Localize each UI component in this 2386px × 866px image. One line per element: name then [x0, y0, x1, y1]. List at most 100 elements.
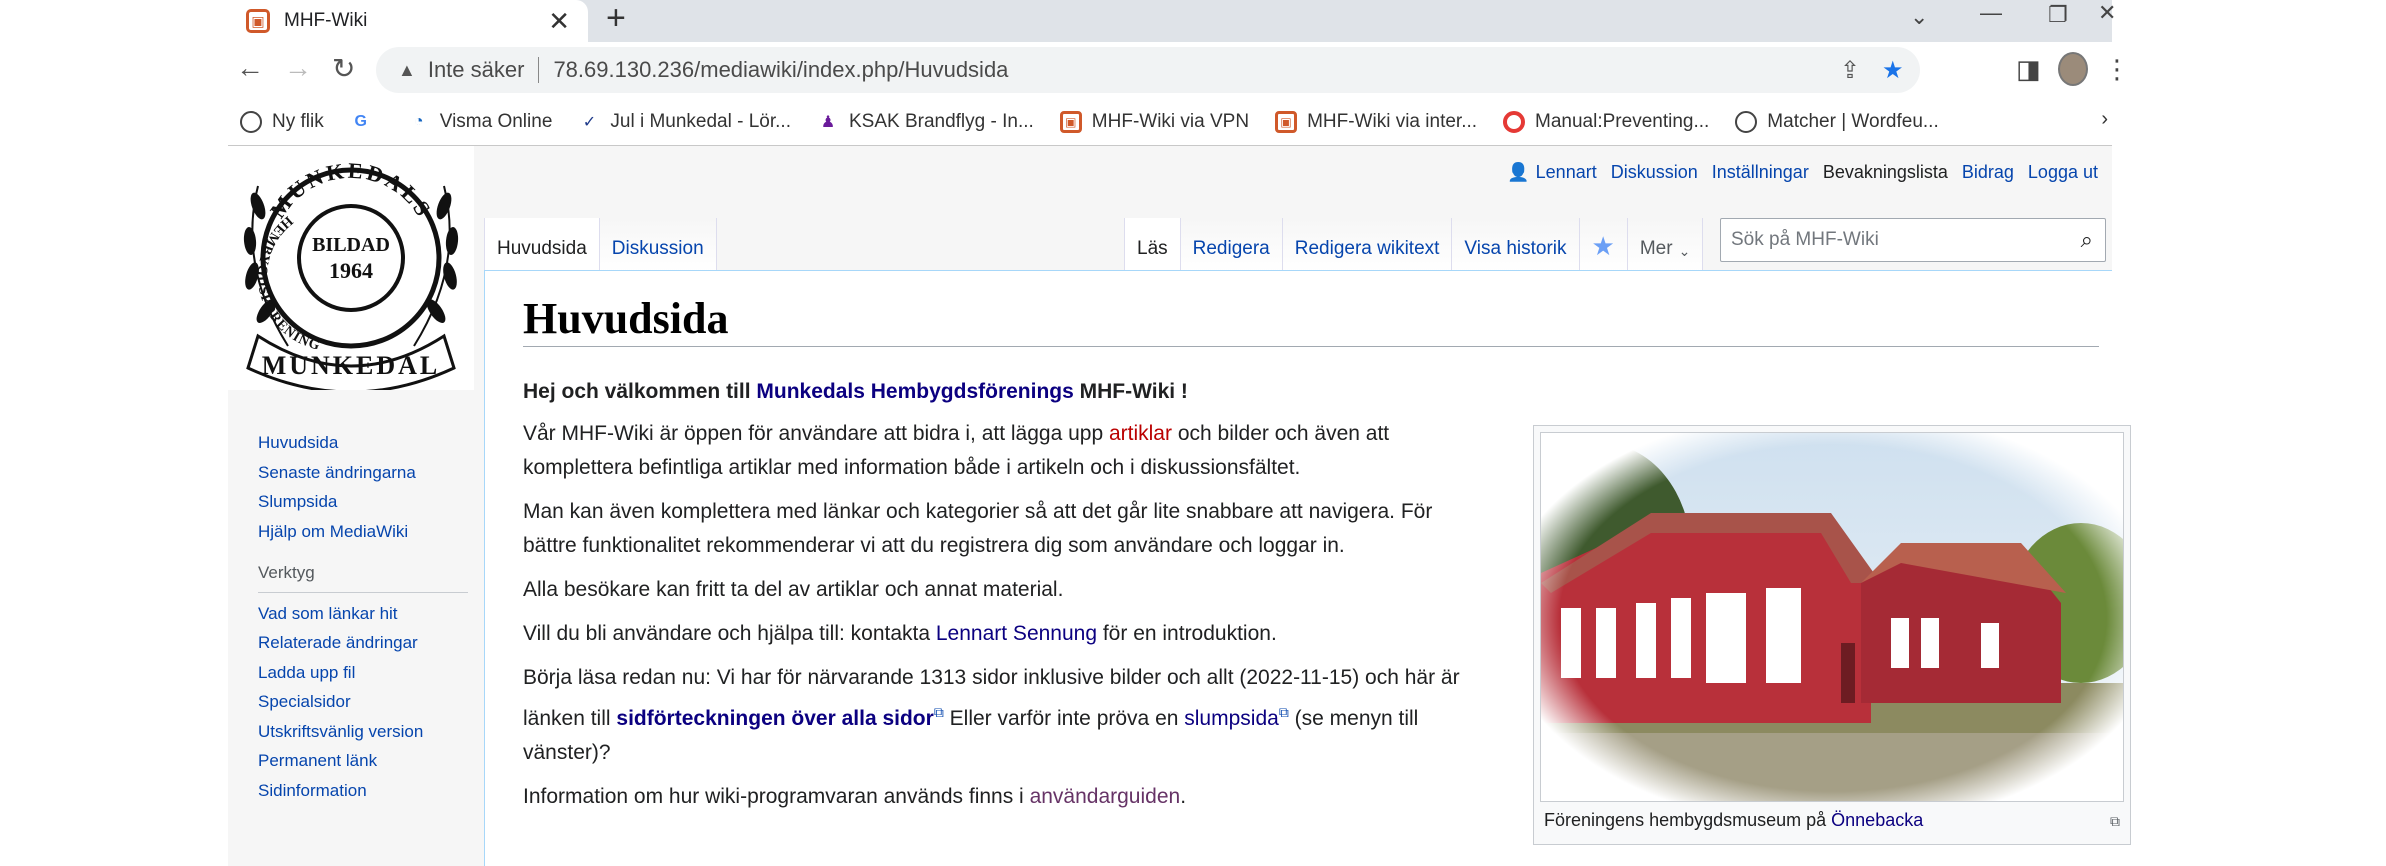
- p6-text: Information om hur wiki-programvaran anv…: [523, 785, 1030, 808]
- restore-icon[interactable]: ❐: [2048, 2, 2068, 28]
- bookmark-item[interactable]: Manual:Preventing...: [1503, 110, 1710, 133]
- side-panel-icon[interactable]: ◨: [2016, 54, 2041, 85]
- user-link[interactable]: Lennart: [1536, 162, 1597, 183]
- forward-icon[interactable]: →: [284, 52, 312, 84]
- avatar[interactable]: [2058, 52, 2088, 86]
- sidebar-nav-item[interactable]: Senaste ändringarna: [258, 458, 468, 488]
- url-text[interactable]: 78.69.130.236/mediawiki/index.php/Huvuds…: [553, 57, 1008, 83]
- museum-thumbnail: Föreningens hembygdsmuseum på Önnebacka …: [1533, 425, 2131, 845]
- g-icon: G: [354, 112, 367, 130]
- external-link-icon: ⧉: [1278, 704, 1289, 720]
- mhf-icon: ▣: [1059, 110, 1082, 133]
- bookmark-star-icon[interactable]: ★: [1882, 56, 1904, 85]
- image-caption: Föreningens hembygdsmuseum på Önnebacka: [1544, 810, 2124, 831]
- bookmark-item[interactable]: Matcher | Wordfeu...: [1735, 110, 1939, 133]
- sidebar-tool-item[interactable]: Ladda upp fil: [258, 658, 468, 688]
- mhf-favicon-icon: ▣: [246, 9, 270, 33]
- content-area: Huvudsida Hej och välkommen till Munkeda…: [484, 270, 2131, 866]
- caption-text: Föreningens hembygdsmuseum på: [1544, 810, 1832, 830]
- watch-star-icon[interactable]: ★: [1578, 218, 1627, 272]
- bookmarks-bar: Ny flik G ◔ Visma Online ✓ Jul i Munkedal - L…: [228, 98, 2112, 146]
- tab-more[interactable]: Mer ⌄: [1626, 218, 1704, 272]
- bookmark-label: Matcher | Wordfeu...: [1767, 110, 1939, 132]
- sidebar-nav-item[interactable]: Slumpsida: [258, 487, 468, 517]
- logout-link[interactable]: Logga ut: [2028, 162, 2098, 183]
- divider: [538, 57, 540, 83]
- browser-toolbar: ← → ↻ ▲ Inte säker 78.69.130.236/mediawi…: [228, 42, 2130, 98]
- all-pages-link[interactable]: sidförteckningen över alla sidor: [616, 707, 933, 730]
- bookmark-item[interactable]: ✓ Jul i Munkedal - Lör...: [578, 111, 791, 133]
- search-icon[interactable]: ⌕: [2081, 227, 2093, 253]
- articles-link[interactable]: artiklar: [1109, 422, 1172, 445]
- address-bar[interactable]: ▲ Inte säker 78.69.130.236/mediawiki/ind…: [376, 47, 1920, 93]
- search-box[interactable]: ⌕: [1720, 218, 2106, 262]
- sidebar-nav-item[interactable]: Hjälp om MediaWiki: [258, 517, 468, 547]
- view-tabs: Läs Redigera Redigera wikitext Visa hist…: [1124, 218, 1704, 272]
- contributions-link[interactable]: Bidrag: [1962, 162, 2014, 183]
- random-page-link[interactable]: slumpsida: [1184, 707, 1279, 730]
- tools-heading: Verktyg: [258, 558, 468, 593]
- share-icon[interactable]: ⇪: [1840, 56, 1860, 85]
- contact-paragraph: Vill du bli användare och hjälpa till: k…: [523, 617, 1473, 651]
- p5-text-mid: Eller varför inte pröva en: [943, 707, 1185, 730]
- tab-talk[interactable]: Diskussion: [598, 218, 717, 272]
- back-icon[interactable]: ←: [236, 52, 264, 84]
- personal-tools: 👤 Lennart Diskussion Inställningar Bevak…: [1507, 162, 2098, 183]
- sidebar-tools: Vad som länkar hit Relaterade ändringar La…: [258, 599, 468, 806]
- p1-text: Vår MHF-Wiki är öppen för användare att …: [523, 422, 1109, 445]
- bookmark-label: MHF-Wiki via inter...: [1307, 110, 1478, 132]
- wiki-page: MUNKEDALS BILDAD 1964 HEMBYGDSFÖRENING M…: [228, 146, 2131, 866]
- chevron-down-icon: ⌄: [1678, 243, 1691, 259]
- reload-icon[interactable]: ↻: [332, 52, 355, 85]
- guide-paragraph: Information om hur wiki-programvaran anv…: [523, 780, 1473, 814]
- search-input[interactable]: [1731, 229, 2051, 251]
- visma-icon: ◔: [413, 112, 424, 130]
- bookmark-item[interactable]: G: [350, 111, 382, 133]
- bookmark-item[interactable]: Ny flik: [240, 110, 324, 133]
- sidebar-tool-item[interactable]: Specialsidor: [258, 687, 468, 717]
- menu-icon[interactable]: ⋮: [2104, 54, 2130, 85]
- sidebar-tool-item[interactable]: Permanent länk: [258, 746, 468, 776]
- close-tab-icon[interactable]: ✕: [548, 6, 570, 37]
- bookmark-item[interactable]: ◔ Visma Online: [408, 111, 553, 133]
- tab-page[interactable]: Huvudsida: [484, 218, 599, 272]
- sidebar-tool-item[interactable]: Sidinformation: [258, 776, 468, 806]
- contact-link[interactable]: Lennart Sennung: [936, 622, 1097, 645]
- preferences-link[interactable]: Inställningar: [1712, 162, 1809, 183]
- tab-history[interactable]: Visa historik: [1451, 218, 1579, 272]
- welcome-paragraph: Hej och välkommen till Munkedals Hembygd…: [523, 375, 1473, 409]
- magnify-icon[interactable]: ⧉: [2110, 813, 2120, 830]
- sidebar-nav-item[interactable]: Huvudsida: [258, 428, 468, 458]
- p4-text-end: för en introduktion.: [1097, 622, 1277, 645]
- caption-link[interactable]: Önnebacka: [1831, 810, 1923, 830]
- tab-read[interactable]: Läs: [1124, 218, 1180, 272]
- user-talk-link[interactable]: Diskussion: [1611, 162, 1698, 183]
- minimize-icon[interactable]: —: [1980, 0, 2002, 26]
- user-guide-link[interactable]: användarguiden: [1030, 785, 1181, 808]
- tab-search-icon[interactable]: ⌄: [1910, 4, 1928, 30]
- bookmark-item[interactable]: ▣ MHF-Wiki via VPN: [1059, 110, 1249, 133]
- tab-edit-source[interactable]: Redigera wikitext: [1281, 218, 1452, 272]
- site-logo[interactable]: MUNKEDALS BILDAD 1964 HEMBYGDSFÖRENING M…: [228, 146, 474, 390]
- sidebar-tool-item[interactable]: Vad som länkar hit: [258, 599, 468, 629]
- bookmark-item[interactable]: ♟ KSAK Brandflyg - In...: [817, 111, 1034, 133]
- opera-icon: [1503, 110, 1526, 133]
- new-tab-button[interactable]: +: [606, 0, 626, 36]
- bookmark-label: Jul i Munkedal - Lör...: [610, 110, 791, 132]
- bookmark-label: Ny flik: [272, 110, 324, 132]
- close-window-icon[interactable]: ✕: [2098, 0, 2116, 26]
- more-bookmarks-icon[interactable]: ›: [2101, 108, 2108, 131]
- tab-edit[interactable]: Redigera: [1179, 218, 1282, 272]
- globe-icon: [240, 110, 262, 133]
- sidebar-tool-item[interactable]: Utskriftsvänlig version: [258, 717, 468, 747]
- bookmark-label: Manual:Preventing...: [1535, 110, 1710, 132]
- bookmark-item[interactable]: ▣ MHF-Wiki via inter...: [1275, 110, 1478, 133]
- museum-image[interactable]: [1540, 432, 2124, 802]
- ksak-icon: ♟: [820, 113, 836, 131]
- browser-tab[interactable]: ▣ MHF-Wiki ✕: [228, 0, 588, 42]
- p4-text: Vill du bli användare och hjälpa till: k…: [523, 622, 936, 645]
- watchlist-link[interactable]: Bevakningslista: [1823, 162, 1948, 183]
- mhf-icon: ▣: [1275, 110, 1298, 133]
- association-link[interactable]: Munkedals Hembygdsförenings: [756, 380, 1073, 403]
- sidebar-tool-item[interactable]: Relaterade ändringar: [258, 628, 468, 658]
